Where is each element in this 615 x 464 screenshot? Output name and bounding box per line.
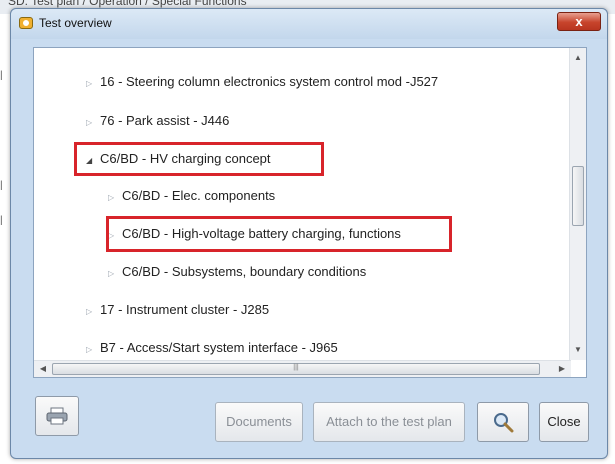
scroll-up-arrow-icon[interactable]: ▲ [570, 50, 586, 66]
tree-item[interactable]: ▷ 76 - Park assist - J446 [86, 111, 229, 131]
scroll-left-arrow-icon[interactable]: ◀ [35, 361, 51, 377]
printer-icon [46, 407, 68, 425]
horizontal-scrollbar[interactable]: ◀ ||| ▶ [34, 360, 571, 377]
grip-icon: ||| [293, 364, 299, 371]
close-button[interactable]: Close [539, 402, 589, 442]
collapsed-arrow-icon[interactable]: ▷ [108, 188, 122, 208]
background-edge-mark: | [0, 180, 3, 191]
scroll-down-arrow-icon[interactable]: ▼ [570, 342, 586, 358]
collapsed-arrow-icon[interactable]: ▷ [108, 264, 122, 284]
window-close-button[interactable]: x [557, 12, 601, 31]
highlight-box [106, 216, 452, 252]
scroll-right-arrow-icon[interactable]: ▶ [554, 361, 570, 377]
collapsed-arrow-icon[interactable]: ▷ [86, 302, 100, 322]
highlight-box [74, 142, 324, 176]
horizontal-scroll-thumb[interactable]: ||| [52, 363, 540, 375]
title-bar: Test overview x [11, 9, 607, 39]
search-button[interactable] [477, 402, 529, 442]
tree-view[interactable]: ▷ 16 - Steering column electronics system… [33, 47, 587, 378]
collapsed-arrow-icon[interactable]: ▷ [86, 74, 100, 94]
printer-button[interactable] [35, 396, 79, 436]
search-icon [494, 413, 514, 433]
app-icon [19, 17, 33, 29]
attach-to-test-plan-button[interactable]: Attach to the test plan [313, 402, 465, 442]
tree-item[interactable]: ▷ B7 - Access/Start system interface - J9… [86, 338, 338, 358]
vertical-scroll-thumb[interactable] [572, 166, 584, 226]
collapsed-arrow-icon[interactable]: ▷ [86, 113, 100, 133]
background-edge-mark: | [0, 215, 3, 226]
collapsed-arrow-icon[interactable]: ▷ [86, 340, 100, 360]
documents-button[interactable]: Documents [215, 402, 303, 442]
test-overview-dialog: Test overview x ▷ 16 - Steering column el… [10, 8, 608, 459]
window-title: Test overview [39, 16, 112, 30]
background-window-title: SD: Test plan / Operation / Special Func… [8, 0, 247, 8]
tree-item[interactable]: ▷ C6/BD - Elec. components [108, 186, 275, 206]
tree-item[interactable]: ▷ 17 - Instrument cluster - J285 [86, 300, 269, 320]
tree-item[interactable]: ▷ C6/BD - Subsystems, boundary conditions [108, 262, 366, 282]
background-edge-mark: | [0, 70, 3, 81]
tree-item[interactable]: ▷ 16 - Steering column electronics system… [86, 72, 438, 92]
vertical-scrollbar[interactable]: ▲ ▼ [569, 48, 586, 360]
